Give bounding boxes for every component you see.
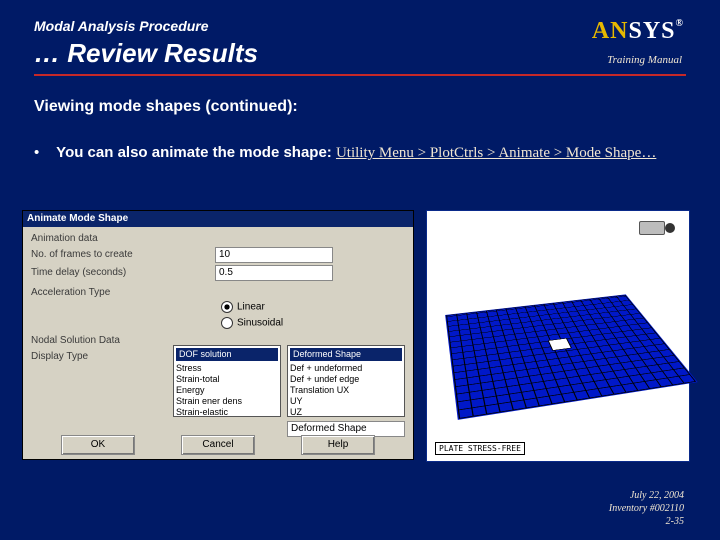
section-nodal: Nodal Solution Data — [31, 335, 120, 346]
listbox-left-header: DOF solution — [176, 348, 278, 361]
menu-path: Utility Menu > PlotCtrls > Animate > Mod… — [336, 145, 656, 161]
animate-mode-shape-dialog: Animate Mode Shape Animation data No. of… — [22, 210, 414, 460]
bullet-text: You can also animate the mode shape: — [56, 144, 336, 161]
cancel-button[interactable]: Cancel — [181, 435, 255, 455]
listbox-right[interactable]: Deformed Shape Def + undeformed Def + un… — [287, 345, 405, 417]
section-heading: Viewing mode shapes (continued): — [34, 98, 298, 116]
input-frames[interactable]: 10 — [215, 247, 333, 263]
ok-button[interactable]: OK — [61, 435, 135, 455]
mode-shape-preview: PLATE STRESS-FREE — [426, 210, 690, 462]
section-animation: Animation data — [31, 233, 98, 244]
list-item[interactable]: Def + undeformed — [290, 363, 402, 374]
brand-left: AN — [592, 18, 629, 44]
input-delay[interactable]: 0.5 — [215, 265, 333, 281]
label-frames: No. of frames to create — [31, 249, 133, 260]
bullet-marker: • — [34, 144, 52, 161]
dialog-titlebar: Animate Mode Shape — [23, 211, 413, 227]
list-item[interactable]: UZ — [290, 407, 402, 417]
list-item[interactable]: UY — [290, 396, 402, 407]
brand-reg: ® — [676, 18, 684, 29]
label-display-type: Display Type — [31, 351, 88, 362]
bullet-item: • You can also animate the mode shape: U… — [34, 144, 686, 162]
camera-icon — [639, 217, 679, 237]
slide-title: … Review Results — [34, 38, 686, 69]
brand-logo: ANSYS® — [592, 18, 684, 45]
divider — [34, 74, 686, 76]
list-item[interactable]: Strain-total — [176, 374, 278, 385]
training-label: Training Manual — [607, 54, 682, 66]
list-item[interactable]: Stress — [176, 363, 278, 374]
radio-sinusoidal[interactable]: Sinusoidal — [221, 317, 283, 329]
listbox-right-header: Deformed Shape — [290, 348, 402, 361]
slide-footer: July 22, 2004 Inventory #002110 2-35 — [609, 489, 684, 528]
footer-inventory: Inventory #002110 — [609, 502, 684, 515]
deformed-plate — [446, 295, 696, 419]
list-item[interactable]: Strain ener dens — [176, 396, 278, 407]
section-accel: Acceleration Type — [31, 287, 110, 298]
help-button[interactable]: Help — [301, 435, 375, 455]
slide-subtitle: Modal Analysis Procedure — [34, 18, 686, 34]
footer-date: July 22, 2004 — [609, 489, 684, 502]
radio-linear[interactable]: Linear — [221, 301, 265, 313]
listbox-left[interactable]: DOF solution Stress Strain-total Energy … — [173, 345, 281, 417]
list-item[interactable]: Def + undef edge — [290, 374, 402, 385]
list-item[interactable]: Translation UX — [290, 385, 402, 396]
label-delay: Time delay (seconds) — [31, 267, 126, 278]
list-item[interactable]: Strain-elastic — [176, 407, 278, 417]
list-item[interactable]: Energy — [176, 385, 278, 396]
brand-right: SYS — [628, 18, 675, 44]
preview-caption: PLATE STRESS-FREE — [435, 442, 525, 455]
footer-page: 2-35 — [609, 515, 684, 528]
